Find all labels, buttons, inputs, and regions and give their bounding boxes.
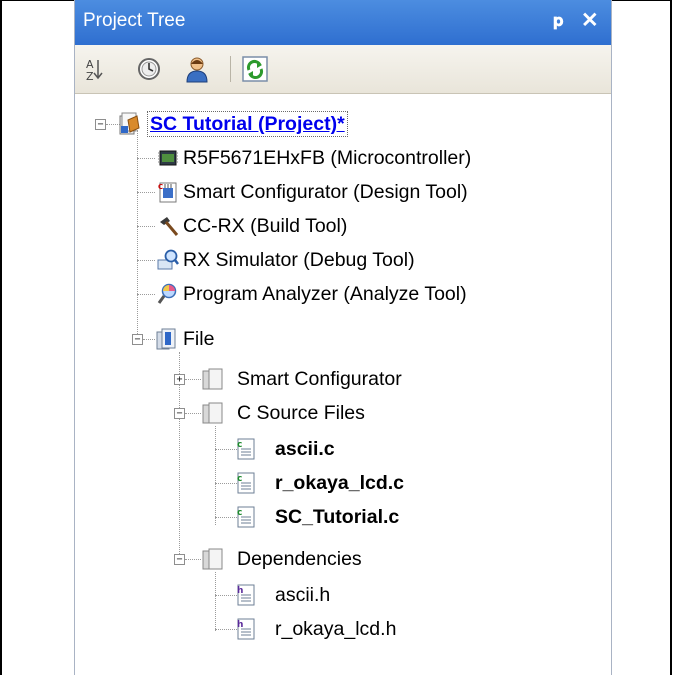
clock-icon[interactable] (135, 55, 163, 83)
smart-configurator-icon: C (158, 182, 177, 203)
tree-line (185, 379, 201, 380)
tree-folder-c-source[interactable]: C Source Files (237, 401, 365, 425)
pin-icon[interactable]: 𝐩 (553, 11, 564, 31)
svg-text:C: C (158, 183, 163, 191)
c-file-icon: c (237, 472, 255, 494)
tree-line (215, 629, 237, 630)
analyzer-icon (157, 283, 177, 304)
tree-item-analyze-tool[interactable]: Program Analyzer (Analyze Tool) (183, 282, 467, 306)
hammer-icon (160, 217, 179, 236)
simulator-icon (157, 249, 179, 270)
h-file-icon: h (237, 618, 255, 640)
tree-item-microcontroller[interactable]: R5F5671EHxFB (Microcontroller) (183, 146, 471, 170)
tree-line (143, 339, 155, 340)
tree-item-debug-tool[interactable]: RX Simulator (Debug Tool) (183, 248, 415, 272)
expand-toggle[interactable]: + (174, 374, 185, 385)
tree-item-file[interactable]: File (183, 327, 214, 351)
c-file-icon: c (237, 506, 255, 528)
tree-item-build-tool[interactable]: CC-RX (Build Tool) (183, 214, 347, 238)
tree-line (215, 517, 237, 518)
tree-file-ascii-c[interactable]: ascii.c (275, 437, 335, 461)
folder-icon (202, 402, 223, 424)
project-tree: − SC Tutorial (Project)* R5F5671EHxFB (M… (75, 94, 611, 675)
user-icon[interactable] (183, 55, 211, 83)
h-file-icon: h (237, 584, 255, 606)
project-node-label[interactable]: SC Tutorial (Project)* (147, 111, 348, 137)
svg-text:h: h (237, 586, 243, 596)
refresh-icon[interactable] (241, 55, 269, 83)
tree-line (185, 559, 201, 560)
tree-line (137, 130, 138, 344)
project-tree-panel: Project Tree 𝐩 ✕ A Z − SC Tutorial (Proj… (74, 0, 612, 675)
tree-line (137, 192, 155, 193)
tree-line (215, 483, 237, 484)
chip-icon (158, 150, 178, 166)
close-icon[interactable]: ✕ (581, 8, 599, 33)
svg-text:Z: Z (86, 70, 94, 83)
folder-icon (156, 328, 176, 350)
tree-file-ascii-h[interactable]: ascii.h (275, 583, 330, 607)
svg-text:c: c (237, 474, 242, 484)
tree-file-r-okaya-lcd-h[interactable]: r_okaya_lcd.h (275, 617, 396, 641)
panel-title: Project Tree (83, 10, 186, 31)
tree-file-sc-tutorial-c[interactable]: SC_Tutorial.c (275, 505, 399, 529)
tree-line (106, 124, 120, 125)
tree-line (215, 572, 216, 631)
tree-folder-dependencies[interactable]: Dependencies (237, 547, 362, 571)
tree-line (137, 158, 155, 159)
project-icon (119, 112, 140, 135)
toolbar-separator (230, 56, 231, 82)
tree-line (137, 226, 155, 227)
folder-icon (202, 368, 223, 390)
collapse-toggle[interactable]: − (174, 554, 185, 565)
svg-text:c: c (237, 440, 242, 450)
collapse-toggle[interactable]: − (95, 119, 106, 130)
tree-folder-smart-configurator[interactable]: Smart Configurator (237, 367, 402, 391)
sort-az-icon[interactable]: A Z (81, 55, 109, 83)
tree-line (215, 449, 237, 450)
tree-file-r-okaya-lcd-c[interactable]: r_okaya_lcd.c (275, 471, 404, 495)
panel-title-bar[interactable]: Project Tree 𝐩 ✕ (75, 0, 611, 45)
collapse-toggle[interactable]: − (174, 408, 185, 419)
svg-text:h: h (237, 620, 243, 630)
tree-item-design-tool[interactable]: Smart Configurator (Design Tool) (183, 180, 468, 204)
c-file-icon: c (237, 438, 255, 460)
svg-text:c: c (237, 508, 242, 518)
panel-toolbar: A Z (75, 45, 611, 94)
tree-line (215, 426, 216, 525)
collapse-toggle[interactable]: − (132, 334, 143, 345)
tree-line (137, 294, 155, 295)
tree-line (215, 595, 237, 596)
folder-icon (202, 548, 223, 570)
tree-line (137, 260, 155, 261)
tree-line (185, 413, 201, 414)
